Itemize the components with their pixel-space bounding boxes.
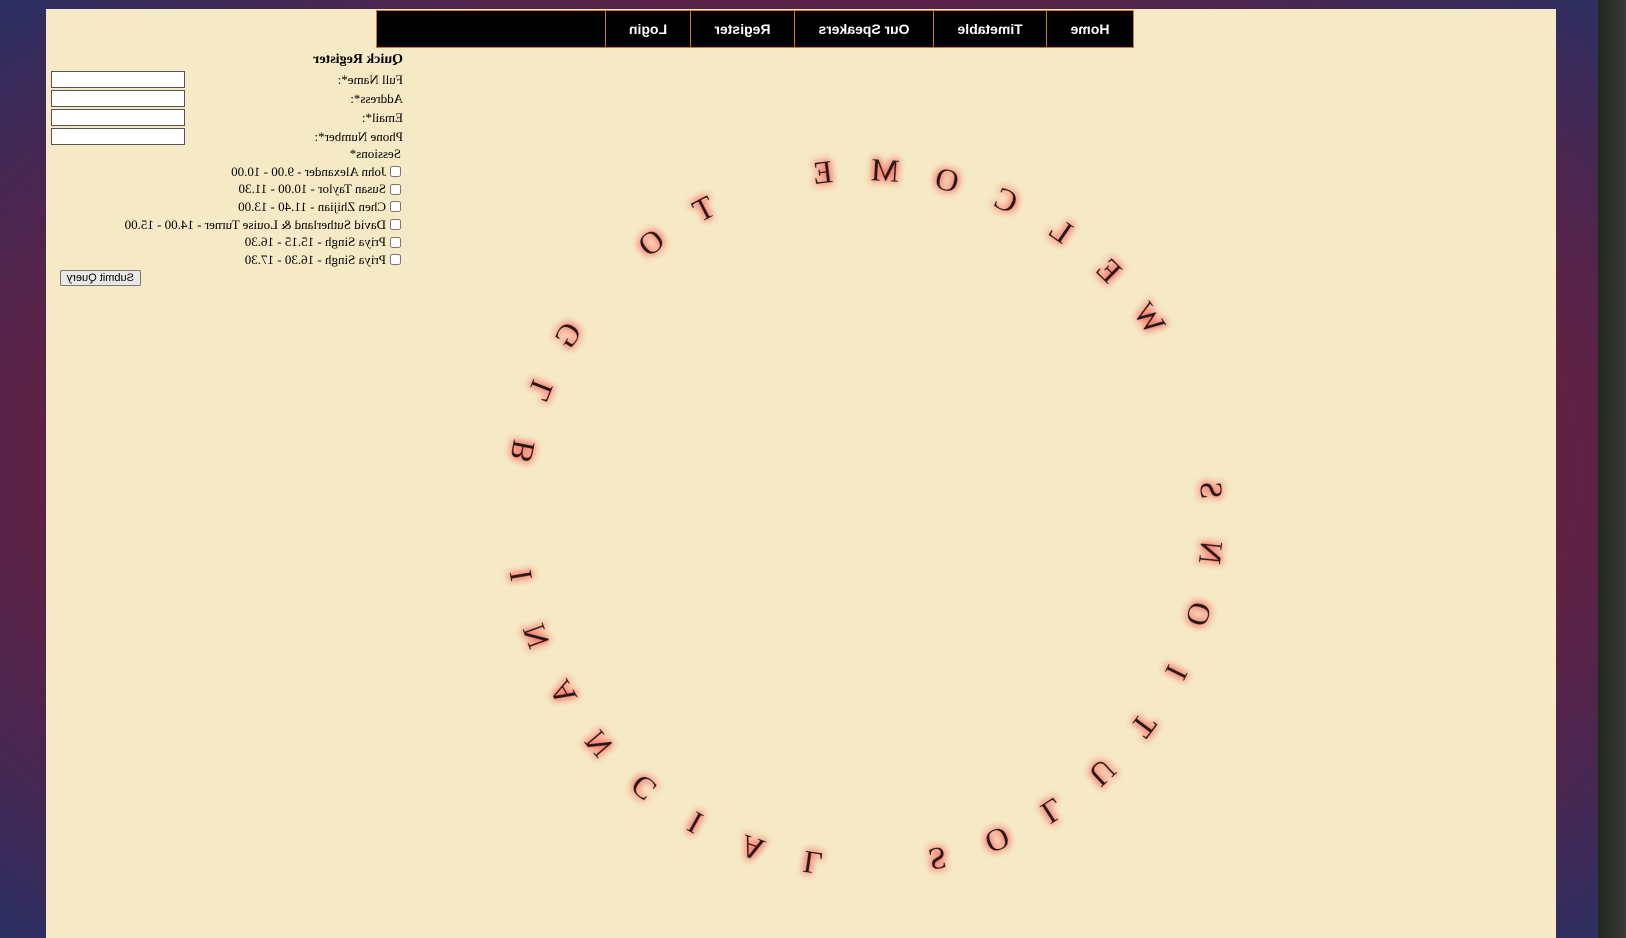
session-item: Chen Zhijian - 11.40 - 13.00 — [49, 198, 405, 216]
nav-home[interactable]: Home — [1046, 11, 1133, 47]
session-checkbox-3[interactable] — [390, 201, 401, 213]
session-checkbox-5[interactable] — [390, 236, 401, 248]
welcome-letter: C — [624, 767, 663, 808]
address-row: Address*: — [49, 89, 405, 108]
welcome-letter: U — [1081, 752, 1122, 794]
welcome-letter: I — [1158, 660, 1195, 686]
session-checkbox-1[interactable] — [390, 166, 401, 178]
welcome-letter: T — [1124, 707, 1165, 745]
window-edge-strip — [1598, 0, 1626, 938]
session-item: Priya Singh - 15.15 - 16.30 — [49, 233, 405, 251]
welcome-letter: O — [1179, 598, 1220, 630]
quick-register-title: Quick Register — [313, 52, 403, 67]
session-item: John Alexander - 9.00 - 10.00 — [49, 163, 405, 181]
nav-timetable[interactable]: Timetable — [933, 11, 1046, 47]
welcome-letter: N — [515, 619, 557, 653]
email-input[interactable] — [51, 109, 185, 126]
session-label-1: John Alexander - 9.00 - 10.00 — [231, 163, 386, 179]
full-name-row: Full Name*: — [49, 70, 405, 89]
welcome-letter: L — [519, 375, 560, 406]
welcome-letter: N — [1192, 539, 1230, 566]
nav-register[interactable]: Register — [690, 11, 794, 47]
welcome-letter: N — [577, 724, 619, 765]
nav-login[interactable]: Login — [605, 11, 690, 47]
full-name-input[interactable] — [51, 71, 185, 88]
page-container: Home Timetable Our Speakers Register Log… — [46, 9, 1556, 938]
welcome-letter: C — [989, 179, 1023, 221]
session-checkbox-2[interactable] — [390, 183, 401, 195]
welcome-letter: T — [686, 188, 720, 229]
session-label-3: Chen Zhijian - 11.40 - 13.00 — [238, 198, 386, 214]
quick-register-form: Quick Register Full Name*: Address*: Ema… — [49, 52, 405, 286]
phone-label: Phone Number*: — [314, 128, 403, 144]
welcome-letter: B — [502, 437, 541, 465]
address-input[interactable] — [51, 90, 185, 107]
welcome-letter: O — [980, 819, 1015, 861]
mirrored-viewport: Home Timetable Our Speakers Register Log… — [0, 0, 1626, 938]
welcome-letter: S — [925, 839, 950, 878]
session-item: Susan Taylor - 10.00 - 11.30 — [49, 181, 405, 199]
welcome-letter: S — [1193, 480, 1230, 501]
welcome-letter: L — [1043, 210, 1079, 251]
email-label: Email*: — [361, 109, 403, 125]
email-row: Email*: — [49, 108, 405, 127]
welcome-letter: G — [546, 316, 589, 355]
session-label-5: Priya Singh - 15.15 - 16.30 — [244, 234, 386, 250]
main-nav: Home Timetable Our Speakers Register Log… — [376, 10, 1134, 48]
phone-row: Phone Number*: — [49, 127, 405, 146]
welcome-letter: E — [1090, 251, 1129, 290]
welcome-letter: O — [932, 159, 963, 199]
welcome-letter: W — [1126, 295, 1173, 341]
phone-input[interactable] — [51, 128, 185, 145]
welcome-letter: L — [1035, 791, 1071, 832]
session-label-6: Priya Singh - 16.30 - 17.30 — [244, 251, 386, 267]
nav-our-speakers[interactable]: Our Speakers — [794, 11, 933, 47]
welcome-letter: A — [541, 674, 584, 712]
session-label-4: David Sutherland & Louise Turner - 14.00… — [124, 216, 386, 232]
submit-button[interactable]: Submit Query — [59, 269, 141, 286]
welcome-letter: I — [682, 805, 709, 842]
welcome-letter: L — [801, 844, 826, 882]
welcome-letter: E — [811, 153, 835, 191]
session-label-2: Susan Taylor - 10.00 - 11.30 — [238, 181, 387, 197]
welcome-letter: O — [631, 221, 671, 264]
session-item: David Sutherland & Louise Turner - 14.00… — [49, 216, 405, 234]
welcome-letter: M — [870, 151, 901, 189]
session-checkbox-4[interactable] — [390, 219, 401, 231]
welcome-letter: I — [501, 567, 538, 583]
session-item: Priya Singh - 16.30 - 17.30 — [49, 251, 405, 269]
sessions-title: Sessions* — [349, 146, 401, 161]
session-checkbox-6[interactable] — [390, 254, 401, 266]
full-name-label: Full Name*: — [337, 71, 403, 87]
welcome-letter: A — [736, 827, 769, 869]
address-label: Address*: — [350, 90, 403, 106]
